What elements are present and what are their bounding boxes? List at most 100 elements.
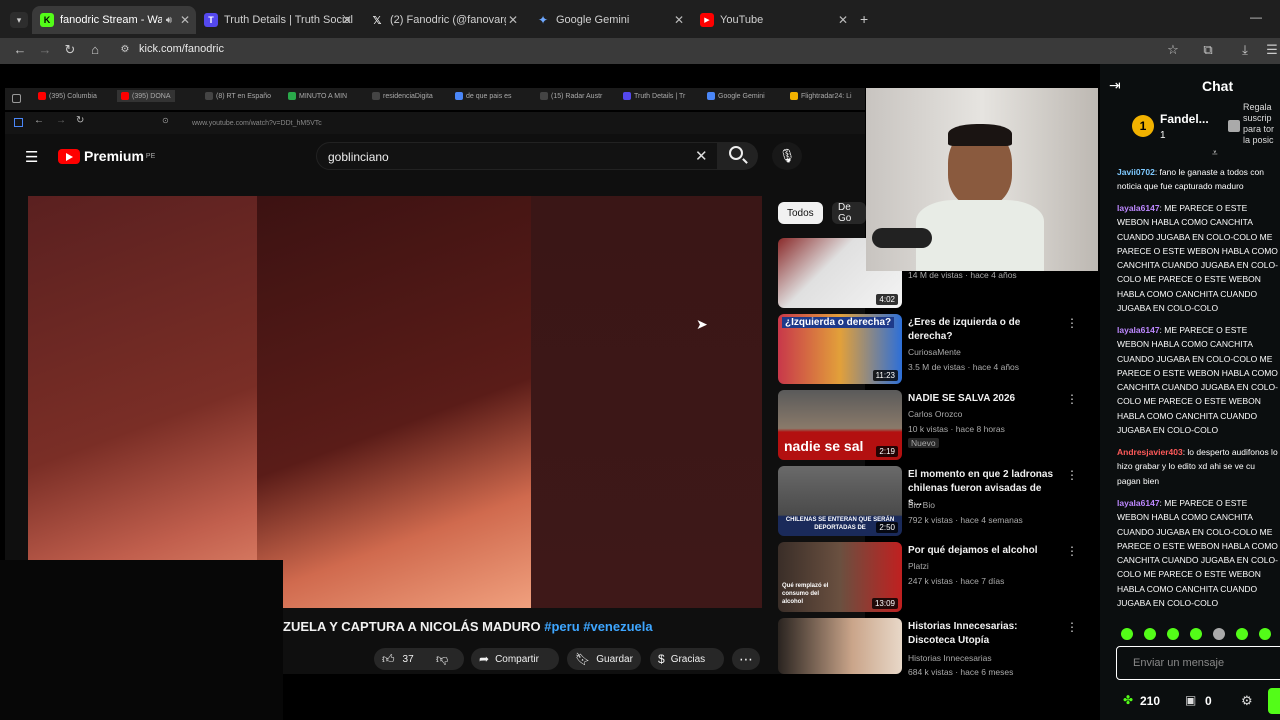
share-icon: ➦ — [479, 652, 490, 666]
tiktok-icon — [372, 92, 380, 100]
more-options-icon: ⋮ — [1066, 316, 1078, 330]
streamer-hair — [948, 124, 1012, 146]
inner-tab: MINUTO A MIN — [288, 92, 347, 100]
collapse-chat-icon[interactable]: ⇥ — [1109, 77, 1121, 94]
thumbs-up-icon: 👍︎ — [382, 651, 395, 666]
top-gifter-name[interactable]: Fandel... — [1160, 112, 1209, 126]
gift-box-icon[interactable]: ▣ — [1185, 693, 1196, 707]
speaker-icon[interactable]: 🔊︎ — [166, 15, 172, 26]
site-settings-icon[interactable]: ⚙ — [117, 44, 133, 55]
microphone-icon: 🎙︎ — [772, 142, 802, 170]
inner-tab: de que pais es — [455, 92, 512, 100]
chat-filter-icon[interactable]: ⩡ — [1212, 148, 1218, 159]
top-gifter-rank-badge: 1 — [1132, 115, 1154, 137]
emote-icon[interactable] — [1121, 628, 1133, 640]
microphone-arm — [872, 228, 932, 248]
close-tab-icon[interactable]: ✕ — [674, 13, 684, 27]
google-icon — [455, 92, 463, 100]
minimize-icon[interactable]: — — [1250, 10, 1262, 24]
channel-points-count: 210 — [1140, 694, 1161, 708]
video-frame-right — [531, 196, 762, 608]
emote-icon[interactable] — [1167, 628, 1179, 640]
more-options-icon: ⋮ — [1066, 620, 1078, 634]
yt-search-query: goblinciano — [328, 150, 389, 164]
recommendation-item: CHILENAS SE ENTERAN QUE SERÁN DEPORTADAS… — [778, 466, 1078, 538]
inner-tab: residenciaDigita — [372, 92, 433, 100]
emote-icon[interactable] — [1259, 628, 1271, 640]
reload-icon[interactable]: ↻ — [62, 42, 78, 58]
emote-icon[interactable] — [1213, 628, 1225, 640]
inner-tab: Truth Details | Tr — [623, 92, 685, 100]
gemini-icon: ✦ — [537, 13, 549, 27]
extensions-icon[interactable]: ⧉ — [1200, 42, 1216, 58]
chat-message: layala6147: ME PARECE O ESTE WEBON HABLA… — [1117, 203, 1278, 314]
emote-icon[interactable] — [1144, 628, 1156, 640]
inner-forward-icon: → — [56, 115, 66, 126]
inner-tab: (8) RT en Españo — [205, 92, 271, 100]
x-icon: 𝕏 — [372, 14, 382, 27]
tab-youtube[interactable]: ▶ YouTube ✕ — [692, 6, 854, 34]
streamer-jersey — [916, 200, 1044, 271]
video-hashtags: #peru #venezuela — [544, 619, 653, 634]
youtube-icon: ▶ — [700, 13, 714, 27]
forward-icon[interactable]: → — [37, 42, 53, 57]
inner-tab: (395) Columbia — [38, 92, 97, 100]
emote-icon[interactable] — [1236, 628, 1248, 640]
youtube-premium-logo: Premium PE — [58, 148, 155, 164]
recommendation-item: nadie se sal 2:19 NADIE SE SALVA 2026 Ca… — [778, 390, 1078, 462]
chat-message: Javii0702: fano le ganaste a todos con n… — [1117, 167, 1264, 192]
send-chat-button[interactable] — [1268, 688, 1280, 714]
gift-count: 0 — [1205, 694, 1212, 708]
tab-x[interactable]: 𝕏 (2) Fanodric (@fanovargas) / X ✕ — [362, 6, 524, 34]
download-icon[interactable]: ⤓ — [1237, 42, 1253, 58]
video-frame-middle — [257, 196, 531, 608]
truth-social-icon — [623, 92, 631, 100]
save-button: 🔖︎ Guardar — [567, 648, 641, 670]
share-button: ➦ Compartir — [471, 648, 559, 670]
tab-kick[interactable]: K fanodric Stream - Watch Li 🔊︎ ✕ — [32, 6, 196, 34]
gift-subscription-text[interactable]: Regala suscrip para tor la posic ? — [1243, 102, 1280, 146]
inner-tab: Flightradar24: Li — [790, 92, 852, 100]
youtube-icon — [38, 92, 46, 100]
back-icon[interactable]: ← — [12, 42, 28, 57]
close-tab-icon[interactable]: ✕ — [508, 13, 518, 27]
tab-truth-social[interactable]: T Truth Details | Truth Social ✕ — [196, 6, 358, 34]
inner-tab: Google Gemini — [707, 92, 765, 100]
thanks-icon: $ — [658, 652, 665, 666]
new-tab-icon[interactable]: + — [860, 11, 868, 27]
channel-points-icon[interactable]: ✤ — [1123, 693, 1133, 707]
secondary-webcam — [0, 560, 283, 720]
top-gifter-count: 1 — [1160, 130, 1166, 141]
bookmark-star-icon[interactable]: ☆ — [1165, 42, 1181, 58]
more-options-icon: ⋮ — [1066, 468, 1078, 482]
chat-message: layala6147: ME PARECE O ESTE WEBON HABLA… — [1117, 325, 1278, 436]
video-thumbnail: nadie se sal 2:19 — [778, 390, 902, 460]
close-tab-icon[interactable]: ✕ — [180, 13, 190, 27]
truth-social-icon: T — [204, 13, 218, 27]
more-actions-button: ⋯ — [732, 648, 760, 670]
tab-list-button[interactable]: ▾ — [10, 12, 28, 28]
search-icon — [729, 146, 743, 160]
close-tab-icon[interactable]: ✕ — [342, 13, 352, 27]
menu-icon[interactable]: ☰ — [1264, 42, 1280, 58]
inner-back-icon: ← — [34, 115, 44, 126]
chat-input-placeholder: Enviar un mensaje — [1133, 657, 1225, 669]
recommendation-item: Qué remplazó el consumo del alcohol 13:0… — [778, 542, 1078, 614]
inner-tab: (15) Radar Austr — [540, 92, 602, 100]
like-button: 👍︎ 37 — [374, 648, 424, 670]
emote-icon[interactable] — [1190, 628, 1202, 640]
news-icon — [288, 92, 296, 100]
video-player — [28, 196, 762, 608]
clear-search-icon: ✕ — [695, 148, 708, 165]
chat-settings-icon[interactable]: ⚙ — [1241, 693, 1253, 709]
x-icon — [540, 92, 548, 100]
close-tab-icon[interactable]: ✕ — [838, 13, 848, 27]
url-field[interactable]: kick.com/fanodric — [139, 43, 224, 55]
home-icon[interactable]: ⌂ — [87, 42, 103, 57]
youtube-icon — [121, 92, 129, 100]
thanks-button: $ Gracias — [650, 648, 724, 670]
inner-url-text: www.youtube.com/watch?v=DDt_hM5VTc — [192, 120, 322, 127]
flightradar-icon — [790, 92, 798, 100]
emote-bar — [1120, 628, 1280, 644]
tab-gemini[interactable]: ✦ Google Gemini ✕ — [528, 6, 690, 34]
